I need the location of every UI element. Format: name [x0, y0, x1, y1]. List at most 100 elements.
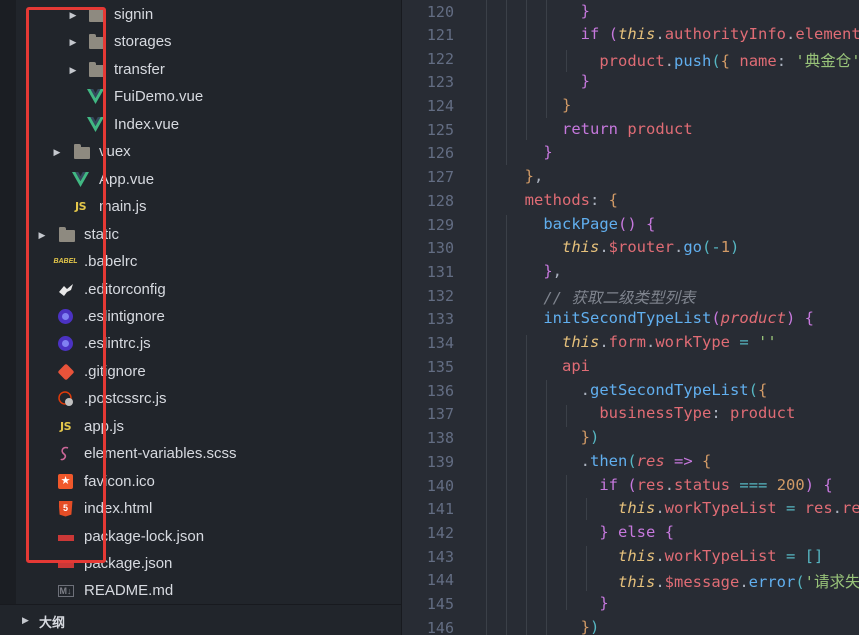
tree-item-label: favicon.ico	[84, 473, 155, 490]
line-number: 125	[426, 121, 454, 139]
tree-item-label: package.json	[84, 555, 173, 572]
chevron-right-icon[interactable]: ▶	[68, 10, 78, 20]
code-line: }	[580, 2, 590, 20]
file-explorer: ▶ signin ▶ storages ▶ transfer FuiDemo.v…	[0, 0, 401, 635]
tree-item-label: .babelrc	[84, 253, 138, 270]
code-editor[interactable]: 120 121 122 123 124 125 126 127 128 129 …	[402, 0, 859, 635]
line-number: 123	[426, 73, 454, 91]
code-line: initSecondTypeList(product) {	[543, 309, 815, 327]
tree-item-readme-md[interactable]: M↓ README.md	[0, 577, 401, 604]
folder-icon	[73, 143, 90, 160]
line-number: 128	[426, 192, 454, 210]
tree-item-app-js[interactable]: JS app.js	[0, 413, 401, 440]
tree-item-babelrc[interactable]: BABEL .babelrc	[0, 248, 401, 275]
code-line: backPage() {	[543, 215, 656, 233]
code-line: this.$message.error('请求失败	[617, 573, 859, 591]
line-number: 124	[426, 97, 454, 115]
line-number: 137	[426, 405, 454, 423]
code-line: })	[580, 618, 600, 635]
sass-icon	[57, 445, 74, 462]
tree-item-label: index.html	[84, 500, 153, 517]
code-line: }	[543, 143, 553, 161]
tree-item-index-html[interactable]: 5 index.html	[0, 495, 401, 522]
code-line: },	[524, 167, 544, 185]
tree-item-package-json[interactable]: package.json	[0, 550, 401, 577]
tree-item-postcssrc-js[interactable]: .postcssrc.js	[0, 385, 401, 412]
outline-label: 大纲	[39, 616, 66, 631]
tree-item-label: static	[84, 226, 120, 243]
tree-item-label: .gitignore	[84, 363, 146, 380]
code-line: .then(res => {	[506, 452, 712, 470]
tree-item-package-lock-json[interactable]: package-lock.json	[0, 523, 401, 550]
tree-item-label: App.vue	[99, 171, 155, 188]
code-line: this.$router.go(-1)	[562, 238, 740, 256]
eslint-icon	[57, 308, 74, 325]
folder-icon	[88, 6, 105, 23]
line-number: 129	[426, 216, 454, 234]
favicon-icon: ★	[57, 473, 74, 490]
git-icon	[57, 363, 74, 380]
code-line: })	[580, 428, 600, 446]
js-icon: JS	[59, 420, 72, 433]
tree-item-label: Index.vue	[114, 116, 180, 133]
tree-item-main-js[interactable]: JS main.js	[0, 193, 401, 220]
tree-item-element-variables-scss[interactable]: element-variables.scss	[0, 440, 401, 467]
tree-item-static[interactable]: ▶ static	[0, 221, 401, 248]
code-line: this.workTypeList = []	[617, 547, 824, 565]
line-number: 122	[426, 50, 454, 68]
tree-item-editorconfig[interactable]: .editorconfig	[0, 276, 401, 303]
postcss-icon	[57, 390, 74, 407]
line-number: 127	[426, 168, 454, 186]
line-number: 131	[426, 263, 454, 281]
line-number: 121	[426, 26, 454, 44]
line-number: 139	[426, 453, 454, 471]
line-number: 140	[426, 477, 454, 495]
code-line: methods: {	[524, 191, 619, 209]
npm-icon	[57, 555, 74, 572]
line-number: 126	[426, 144, 454, 162]
line-number: 136	[426, 382, 454, 400]
tree-item-label: .eslintrc.js	[84, 335, 151, 352]
code-line: api	[562, 357, 590, 375]
tree-item-eslintignore[interactable]: .eslintignore	[0, 303, 401, 330]
folder-icon	[88, 61, 105, 78]
line-number: 138	[426, 429, 454, 447]
indent-guide	[486, 0, 487, 635]
line-number: 132	[426, 287, 454, 305]
tree-item-index-vue[interactable]: Index.vue	[0, 111, 401, 138]
tree-item-vuex[interactable]: ▶ vuex	[0, 138, 401, 165]
tree-item-gitignore[interactable]: .gitignore	[0, 358, 401, 385]
code-line: }	[580, 72, 590, 90]
tree-item-signin[interactable]: ▶ signin	[0, 1, 401, 28]
tree-item-transfer[interactable]: ▶ transfer	[0, 56, 401, 83]
markdown-icon: M↓	[57, 584, 74, 597]
code-line: if (res.status === 200) {	[599, 476, 833, 494]
code-line: }	[562, 96, 572, 114]
tree-item-eslintrc-js[interactable]: .eslintrc.js	[0, 330, 401, 357]
line-number: 143	[426, 548, 454, 566]
tree-item-label: vuex	[99, 143, 131, 160]
chevron-right-icon[interactable]: ▶	[52, 147, 62, 157]
tree-item-label: package-lock.json	[84, 528, 205, 545]
line-number: 133	[426, 310, 454, 328]
vue-icon	[87, 88, 104, 105]
chevron-right-icon[interactable]: ▶	[68, 37, 78, 47]
eslint-icon	[57, 335, 74, 352]
tree-item-app-vue[interactable]: App.vue	[0, 166, 401, 193]
chevron-right-icon[interactable]: ▶	[22, 616, 29, 626]
tree-item-storages[interactable]: ▶ storages	[0, 28, 401, 55]
code-line: .getSecondTypeList({	[506, 381, 768, 399]
tree-item-fuidemo-vue[interactable]: FuiDemo.vue	[0, 83, 401, 110]
tree-item-favicon-ico[interactable]: ★ favicon.ico	[0, 468, 401, 495]
babel-icon: BABEL	[53, 258, 78, 265]
line-number: 135	[426, 358, 454, 376]
tree-item-label: .eslintignore	[84, 308, 165, 325]
folder-icon	[88, 33, 105, 50]
js-icon: JS	[74, 200, 87, 213]
chevron-right-icon[interactable]: ▶	[37, 230, 47, 240]
chevron-right-icon[interactable]: ▶	[68, 65, 78, 75]
code-line: this.workTypeList = res.res	[617, 499, 859, 517]
code-line: this.form.workType = ''	[562, 333, 777, 351]
outline-section-header[interactable]: ▶ 大纲	[0, 604, 401, 635]
code-line: product.push({ name: '典金仓',	[599, 52, 859, 70]
